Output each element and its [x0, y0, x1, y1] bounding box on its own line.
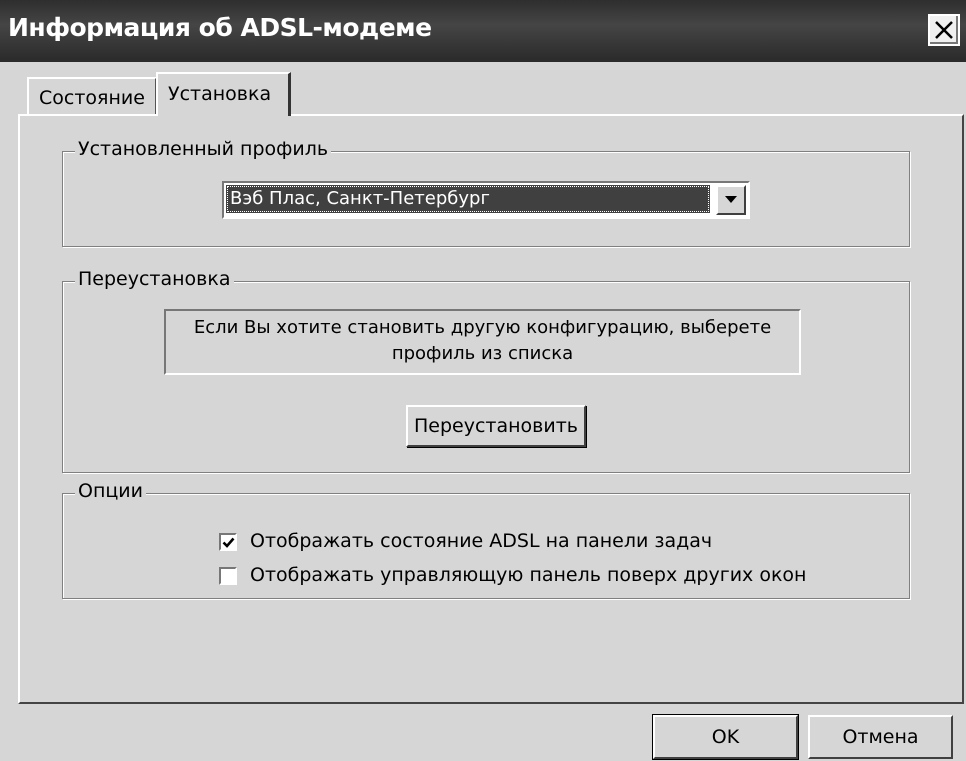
- reinstall-info-line-2: профиль из списка: [391, 343, 574, 364]
- show-adsl-status-label[interactable]: Отображать состояние ADSL на панели зада…: [250, 530, 712, 552]
- tab-status[interactable]: Состояние: [27, 77, 157, 115]
- chevron-down-icon: [725, 196, 737, 203]
- checkmark-icon: [222, 537, 235, 548]
- reinstall-info-line-1: Если Вы хотите становить другую конфигур…: [193, 317, 772, 338]
- profile-select-value: Вэб Плас, Санкт-Петербург: [226, 185, 710, 213]
- cancel-button[interactable]: Отмена: [808, 715, 953, 759]
- control-panel-on-top-label[interactable]: Отображать управляющую панель поверх дру…: [250, 564, 806, 586]
- reinstall-info-box: Если Вы хотите становить другую конфигур…: [164, 309, 801, 375]
- show-adsl-status-checkbox[interactable]: [219, 533, 237, 551]
- installed-profile-group-title: Установленный профиль: [75, 138, 332, 160]
- close-icon: [935, 21, 953, 39]
- close-button[interactable]: [928, 14, 960, 46]
- options-group-title: Опции: [75, 480, 147, 502]
- control-panel-on-top-checkbox[interactable]: [219, 567, 237, 585]
- reinstall-button[interactable]: Переустановить: [406, 405, 586, 447]
- profile-dropdown-button[interactable]: [716, 185, 746, 215]
- reinstall-group-title: Переустановка: [75, 268, 234, 290]
- window-title: Информация об ADSL-модеме: [8, 13, 432, 42]
- profile-select[interactable]: Вэб Плас, Санкт-Петербург: [222, 181, 750, 219]
- title-bar[interactable]: Информация об ADSL-модеме: [0, 0, 966, 62]
- ok-button[interactable]: OK: [652, 714, 799, 760]
- tab-setup[interactable]: Установка: [156, 72, 291, 116]
- adsl-info-dialog: Информация об ADSL-модеме Состояние Уста…: [0, 0, 966, 761]
